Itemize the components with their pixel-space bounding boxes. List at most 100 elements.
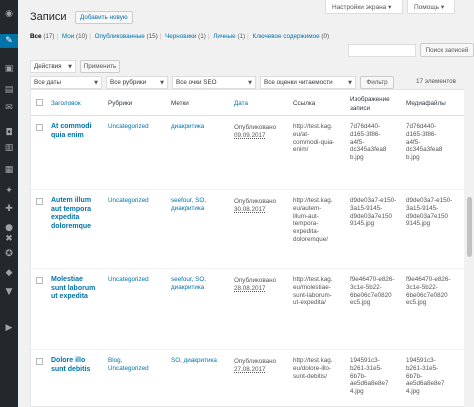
post-title-link[interactable]: Autem illum aut tempora expedita doloremque (51, 197, 106, 231)
post-title-link-line[interactable]: At commodi (51, 123, 106, 132)
plugins-icon[interactable]: ✚ (3, 203, 15, 215)
tags-link-line[interactable]: seefour, SO, (171, 197, 231, 205)
woo-icon[interactable]: ◘ (3, 127, 15, 139)
tags-link-line[interactable]: seefour, SO, (171, 276, 231, 284)
filter-icon[interactable]: ▼ (3, 286, 15, 298)
pin-icon[interactable]: ✎ (0, 34, 18, 48)
tools-icon[interactable]: ✖ (3, 233, 15, 245)
post-title-link-line[interactable]: Autem illum (51, 197, 106, 206)
filter-private[interactable]: Личные (213, 33, 235, 40)
apply-button[interactable]: Применить (80, 60, 120, 73)
post-title-link-line[interactable]: ut expedita (51, 293, 106, 302)
tags-link[interactable]: seefour, SO, диакритика (171, 197, 231, 213)
tags-link-line[interactable]: диакритика (171, 123, 231, 131)
tags-link-line[interactable]: диакритика (171, 205, 231, 213)
post-title-link[interactable]: Dolore illo sunt debitis (51, 357, 106, 374)
search-button[interactable]: Поиск записей (420, 43, 474, 57)
row-checkbox[interactable] (36, 277, 43, 284)
seo-score-select[interactable]: Все очки SEO ▼ (172, 76, 256, 89)
settings-icon[interactable]: ✪ (3, 248, 15, 260)
post-title-link-line[interactable]: Molestiae (51, 276, 106, 285)
dashboard-icon[interactable]: ◉ (3, 8, 15, 20)
category-link[interactable]: Blog, Uncategorized (108, 357, 168, 373)
play-icon[interactable]: ▶ (3, 322, 15, 334)
posts-table: Заголовок Рубрики Метки Дата Ссылка Изоб… (30, 89, 474, 407)
category-link-line[interactable]: Uncategorized (108, 276, 168, 284)
category-link-line[interactable]: Uncategorized (108, 123, 168, 131)
post-title-link-line[interactable]: quia enim (51, 132, 106, 141)
post-title-link-line[interactable]: sunt laborum (51, 285, 106, 294)
featured-image-name-line: b261-31e5- (350, 364, 383, 372)
row-checkbox[interactable] (36, 358, 43, 365)
category-link-line[interactable]: Uncategorized (108, 197, 168, 205)
bulk-action-select[interactable]: Действия ▼ (30, 60, 76, 73)
appearance-icon[interactable]: ✦ (3, 185, 15, 197)
media-file-name-line: 194591c3- (406, 357, 436, 364)
category-link-line[interactable]: Blog, (108, 357, 168, 365)
media-file-name-line: b261-31e5- (406, 364, 439, 372)
col-title[interactable]: Заголовок (51, 99, 81, 108)
featured-image-name-line: 194591c3- (350, 357, 380, 364)
filter-button[interactable]: Фильтр (360, 76, 394, 89)
col-date[interactable]: Дата (234, 99, 248, 108)
col-tags: Метки (171, 100, 189, 107)
post-permalink-line: sunt-laborum- (293, 291, 332, 299)
post-title-link-line[interactable]: Dolore illo (51, 357, 106, 366)
post-permalink-line: http://test.kag. (293, 123, 333, 130)
featured-image-name: d9de03a7-e150- 3a15-9145- d9de03a7e150 9145… (350, 197, 404, 228)
comments-icon[interactable]: ✉ (3, 102, 15, 114)
readability-select[interactable]: Все оценки читаемости ▼ (260, 76, 356, 89)
filter-drafts[interactable]: Черновики (165, 33, 196, 40)
scrollbar[interactable] (464, 89, 474, 407)
add-new-button[interactable]: Добавить новую (75, 11, 133, 24)
post-title-link[interactable]: At commodi quia enim (51, 123, 106, 140)
media-file-name-line: ae5d6a8e8e7 (406, 380, 445, 388)
screen-options-tab[interactable]: Настройки экрана ▾ (325, 0, 403, 14)
media-file-name-line: 6be06c7e0820 (406, 291, 448, 299)
filter-all[interactable]: Все (30, 33, 42, 40)
products-icon[interactable]: ▥ (3, 142, 15, 154)
post-status: Опубликовано (234, 198, 277, 205)
categories-value: Все рубрики (110, 79, 147, 86)
post-title-link-line[interactable]: expedita (51, 214, 106, 223)
row-checkbox[interactable] (36, 198, 43, 205)
filter-published[interactable]: Опубликованные (95, 33, 145, 40)
media-file-name-line: 4.jpg (406, 388, 420, 396)
select-all-checkbox[interactable] (36, 99, 43, 106)
chart-icon[interactable]: ▦ (3, 164, 15, 176)
col-media: Медиафайлы (406, 100, 446, 107)
featured-image-name-line: d165-3f86- (350, 130, 381, 138)
category-link[interactable]: Uncategorized (108, 123, 168, 131)
pages-icon[interactable]: ▤ (3, 84, 15, 96)
table-row: At commodi quia enim Uncategorized диакрити… (31, 116, 474, 190)
category-link[interactable]: Uncategorized (108, 276, 168, 284)
dates-value: Все даты (34, 79, 62, 86)
media-icon[interactable]: ▣ (3, 63, 15, 75)
tags-link[interactable]: SO, диакритика (171, 357, 231, 365)
filter-cornerstone[interactable]: Ключевое содержимое (253, 33, 320, 40)
featured-image-name-line: 9145.jpg (350, 220, 375, 228)
help-tab[interactable]: Помощь ▾ (407, 0, 455, 14)
featured-image-name-line: d9de03a7e150 (350, 212, 393, 220)
post-title-link-line[interactable]: doloremque (51, 223, 106, 232)
tags-link[interactable]: диакритика (171, 123, 231, 131)
post-status: Опубликовано (234, 124, 277, 131)
post-title-link[interactable]: Molestiae sunt laborum ut expedita (51, 276, 106, 302)
tags-link-line[interactable]: диакритика (171, 284, 231, 292)
post-permalink-line: http://test.kag. (293, 357, 333, 364)
category-link[interactable]: Uncategorized (108, 197, 168, 205)
tags-link-line[interactable]: SO, диакритика (171, 357, 231, 365)
dates-select[interactable]: Все даты ▼ (30, 76, 102, 89)
categories-select[interactable]: Все рубрики ▼ (106, 76, 168, 89)
featured-image-name-line: ec5.jpg (350, 299, 371, 307)
post-title-link-line[interactable]: aut tempora (51, 206, 106, 215)
category-link-line[interactable]: Uncategorized (108, 365, 168, 373)
filter-mine[interactable]: Мои (62, 33, 74, 40)
row-checkbox[interactable] (36, 124, 43, 131)
search-input[interactable] (348, 44, 416, 57)
post-permalink: http://test.kag. eu/autem-illum-aut-tempo… (293, 197, 349, 244)
seo-icon[interactable]: ◆ (3, 267, 15, 279)
scrollbar-thumb[interactable] (467, 197, 472, 257)
tags-link[interactable]: seefour, SO, диакритика (171, 276, 231, 292)
post-title-link-line[interactable]: sunt debitis (51, 366, 106, 375)
